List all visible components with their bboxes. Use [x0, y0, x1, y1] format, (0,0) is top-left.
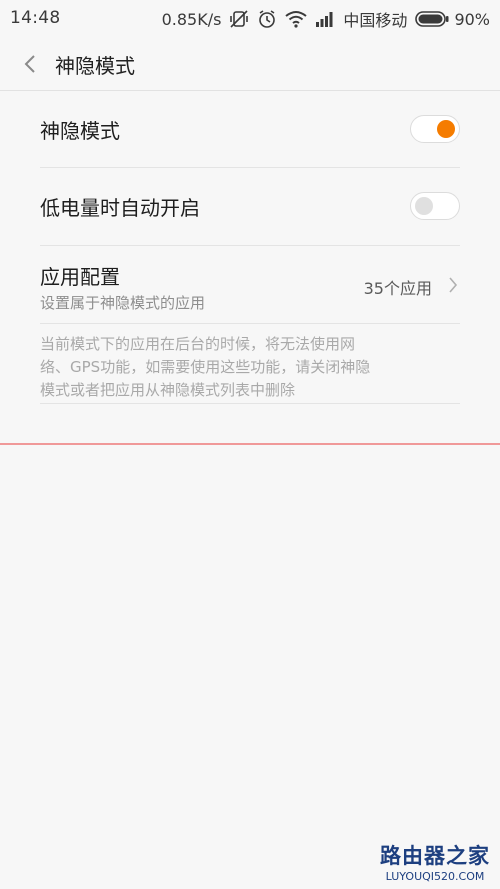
back-button[interactable] — [20, 52, 42, 76]
watermark-logo: 路由器之家 LUYOUQI520.COM — [376, 840, 494, 883]
note-line: 络、GPS功能，如需要使用这些功能，请关闭神隐 — [40, 358, 371, 376]
alarm-icon — [257, 9, 277, 29]
watermark-name: 路由器之家 — [380, 844, 490, 868]
battery-icon — [415, 11, 449, 27]
note-line: 模式或者把应用从神隐模式列表中删除 — [40, 381, 296, 399]
chevron-left-icon — [24, 55, 35, 73]
settings-list: 神隐模式 低电量时自动开启 应用配置 设置属于神隐模式的应用 35个应用 当前模… — [40, 91, 460, 404]
watermark-url: LUYOUQI520.COM — [385, 870, 485, 883]
setting-stealth-mode[interactable]: 神隐模式 — [40, 91, 460, 168]
setting-low-battery-auto[interactable]: 低电量时自动开启 — [40, 168, 460, 246]
setting-subtitle: 设置属于神隐模式的应用 — [40, 294, 206, 312]
status-right: 0.85K/s 中国移动 90% — [162, 7, 490, 31]
low-battery-auto-toggle[interactable] — [410, 192, 460, 220]
page-title: 神隐模式 — [55, 54, 135, 78]
wifi-icon — [285, 10, 308, 28]
divider-line — [0, 443, 500, 445]
signal-icon — [315, 11, 335, 27]
status-bar: 14:48 0.85K/s 中国移动 90% — [0, 0, 500, 38]
carrier-name: 中国移动 — [343, 11, 408, 30]
stealth-mode-note: 当前模式下的应用在后台的时候，将无法使用网 络、GPS功能，如需要使用这些功能，… — [40, 324, 460, 404]
network-speed: 0.85K/s — [161, 9, 222, 29]
status-time: 14:48 — [10, 8, 61, 28]
setting-label: 应用配置 — [40, 265, 120, 289]
title-bar: 神隐模式 — [0, 38, 500, 91]
note-line: 当前模式下的应用在后台的时候，将无法使用网 — [40, 335, 356, 353]
battery: 90% — [415, 10, 490, 29]
setting-app-config[interactable]: 应用配置 设置属于神隐模式的应用 35个应用 — [40, 246, 460, 324]
toggle-knob — [415, 197, 433, 215]
setting-label: 神隐模式 — [40, 119, 120, 143]
toggle-knob — [437, 120, 455, 138]
app-count-value: 35个应用 — [363, 279, 432, 298]
stealth-mode-toggle[interactable] — [410, 115, 460, 143]
vibrate-icon — [229, 9, 249, 29]
setting-label: 低电量时自动开启 — [40, 196, 200, 220]
battery-percent: 90% — [454, 9, 490, 29]
chevron-right-icon — [449, 277, 458, 293]
